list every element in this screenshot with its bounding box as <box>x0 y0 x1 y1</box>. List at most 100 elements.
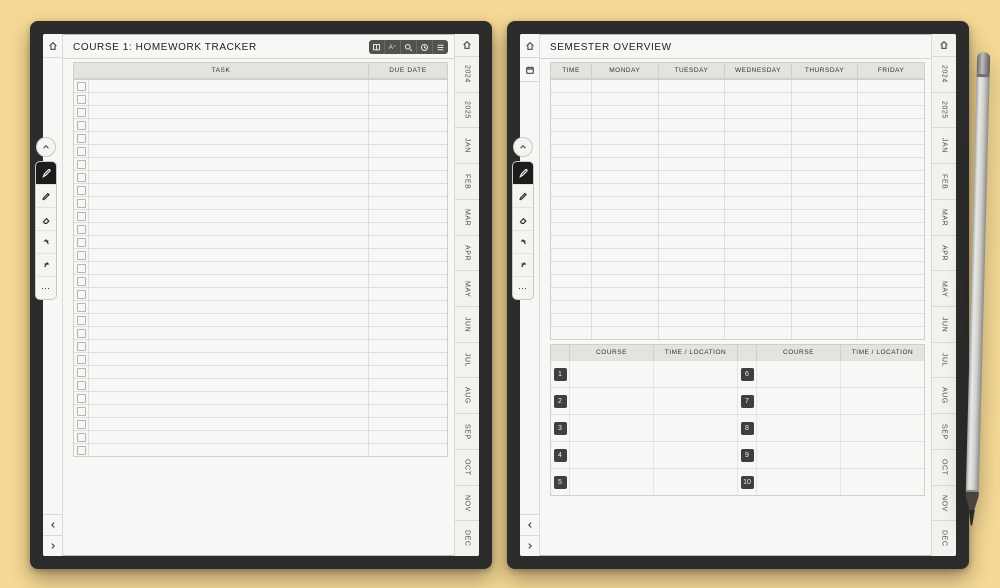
schedule-cell[interactable] <box>658 158 725 170</box>
task-cell[interactable] <box>88 184 368 196</box>
course-cell[interactable] <box>569 388 653 414</box>
pen-tool[interactable] <box>513 162 533 184</box>
schedule-cell[interactable] <box>591 262 658 274</box>
task-checkbox[interactable] <box>74 379 88 391</box>
schedule-cell[interactable] <box>724 93 791 105</box>
task-checkbox[interactable] <box>74 418 88 430</box>
schedule-cell[interactable] <box>591 106 658 118</box>
task-cell[interactable] <box>88 431 368 443</box>
next-page-button[interactable] <box>43 535 62 556</box>
time-cell[interactable] <box>551 327 591 339</box>
schedule-cell[interactable] <box>857 106 924 118</box>
home-icon[interactable] <box>455 34 479 57</box>
task-row[interactable] <box>74 183 447 196</box>
task-cell[interactable] <box>88 197 368 209</box>
schedule-cell[interactable] <box>791 184 858 196</box>
schedule-cell[interactable] <box>658 314 725 326</box>
due-date-cell[interactable] <box>368 223 447 235</box>
highlighter-tool[interactable] <box>513 184 533 207</box>
prev-page-button[interactable] <box>43 514 62 535</box>
task-row[interactable] <box>74 157 447 170</box>
task-cell[interactable] <box>88 171 368 183</box>
task-row[interactable] <box>74 326 447 339</box>
due-date-cell[interactable] <box>368 353 447 365</box>
schedule-cell[interactable] <box>658 119 725 131</box>
task-cell[interactable] <box>88 210 368 222</box>
schedule-cell[interactable] <box>724 301 791 313</box>
time-cell[interactable] <box>551 171 591 183</box>
home-icon[interactable] <box>932 34 956 57</box>
schedule-row[interactable] <box>551 313 924 326</box>
side-tab-2024[interactable]: 2024 <box>455 57 479 93</box>
schedule-cell[interactable] <box>591 119 658 131</box>
due-date-cell[interactable] <box>368 158 447 170</box>
undo-button[interactable] <box>36 230 56 253</box>
task-cell[interactable] <box>88 392 368 404</box>
schedule-cell[interactable] <box>724 145 791 157</box>
due-date-cell[interactable] <box>368 171 447 183</box>
task-checkbox[interactable] <box>74 249 88 261</box>
task-checkbox[interactable] <box>74 301 88 313</box>
schedule-row[interactable] <box>551 235 924 248</box>
schedule-cell[interactable] <box>591 288 658 300</box>
schedule-cell[interactable] <box>658 327 725 339</box>
schedule-cell[interactable] <box>791 301 858 313</box>
side-tab-feb[interactable]: FEB <box>455 164 479 200</box>
schedule-row[interactable] <box>551 248 924 261</box>
schedule-cell[interactable] <box>658 275 725 287</box>
task-row[interactable] <box>74 144 447 157</box>
time-location-cell[interactable] <box>653 469 737 495</box>
schedule-row[interactable] <box>551 222 924 235</box>
task-checkbox[interactable] <box>74 275 88 287</box>
time-cell[interactable] <box>551 314 591 326</box>
side-tab-2025[interactable]: 2025 <box>455 93 479 129</box>
schedule-cell[interactable] <box>591 236 658 248</box>
schedule-row[interactable] <box>551 209 924 222</box>
schedule-row[interactable] <box>551 183 924 196</box>
eraser-tool[interactable] <box>36 207 56 230</box>
undo-button[interactable] <box>513 230 533 253</box>
due-date-cell[interactable] <box>368 119 447 131</box>
schedule-cell[interactable] <box>857 262 924 274</box>
course-cell[interactable] <box>756 469 840 495</box>
course-cell[interactable] <box>756 388 840 414</box>
next-page-button[interactable] <box>520 535 539 556</box>
schedule-cell[interactable] <box>791 327 858 339</box>
task-cell[interactable] <box>88 314 368 326</box>
time-cell[interactable] <box>551 132 591 144</box>
schedule-row[interactable] <box>551 131 924 144</box>
search-icon[interactable] <box>400 40 416 54</box>
task-cell[interactable] <box>88 262 368 274</box>
schedule-row[interactable] <box>551 157 924 170</box>
schedule-cell[interactable] <box>791 119 858 131</box>
course-cell[interactable] <box>756 361 840 387</box>
task-cell[interactable] <box>88 223 368 235</box>
schedule-cell[interactable] <box>658 80 725 92</box>
schedule-cell[interactable] <box>724 197 791 209</box>
schedule-cell[interactable] <box>658 184 725 196</box>
book-icon[interactable] <box>369 40 384 54</box>
side-tab-jun[interactable]: JUN <box>932 307 956 343</box>
task-checkbox[interactable] <box>74 353 88 365</box>
time-location-cell[interactable] <box>840 442 924 468</box>
side-tab-jan[interactable]: JAN <box>455 128 479 164</box>
prev-page-button[interactable] <box>520 514 539 535</box>
schedule-cell[interactable] <box>658 301 725 313</box>
side-tab-may[interactable]: MAY <box>455 271 479 307</box>
task-cell[interactable] <box>88 379 368 391</box>
task-cell[interactable] <box>88 132 368 144</box>
due-date-cell[interactable] <box>368 379 447 391</box>
schedule-cell[interactable] <box>724 327 791 339</box>
schedule-cell[interactable] <box>658 210 725 222</box>
schedule-cell[interactable] <box>791 210 858 222</box>
redo-button[interactable] <box>513 253 533 276</box>
schedule-cell[interactable] <box>724 275 791 287</box>
task-checkbox[interactable] <box>74 314 88 326</box>
time-cell[interactable] <box>551 236 591 248</box>
task-cell[interactable] <box>88 444 368 456</box>
side-tab-may[interactable]: MAY <box>932 271 956 307</box>
schedule-cell[interactable] <box>857 223 924 235</box>
due-date-cell[interactable] <box>368 327 447 339</box>
schedule-cell[interactable] <box>591 158 658 170</box>
side-tab-apr[interactable]: APR <box>455 236 479 272</box>
